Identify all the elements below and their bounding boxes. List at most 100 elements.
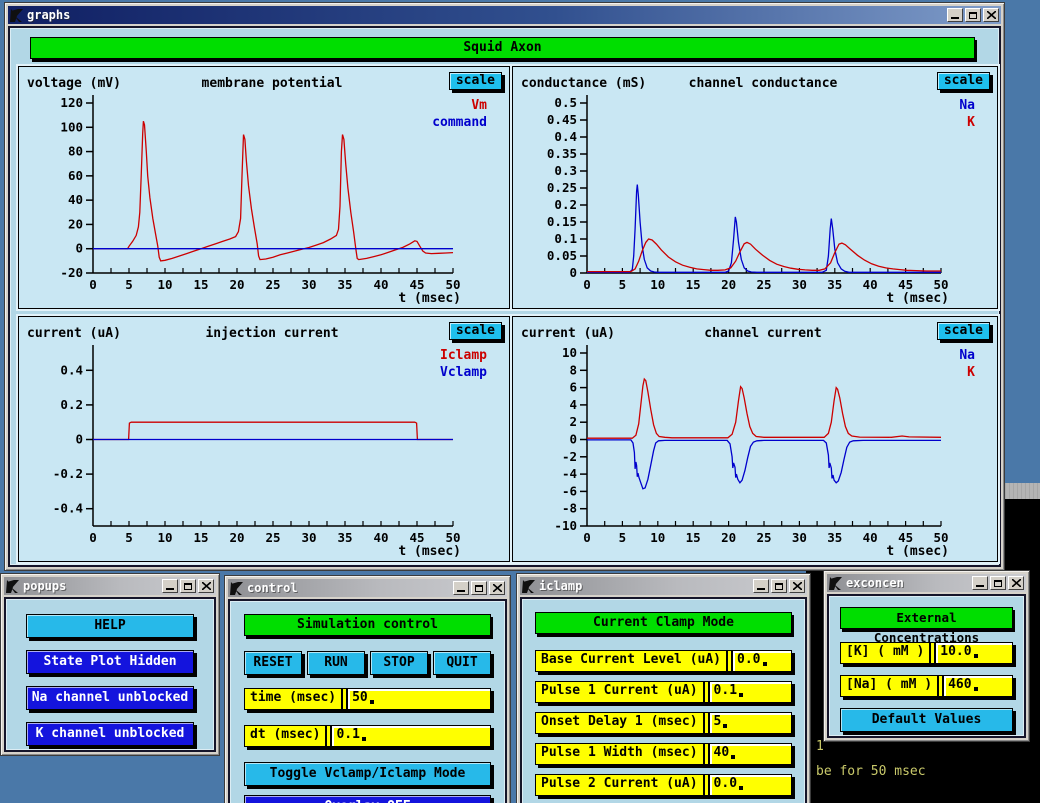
desktop: 1 be for 50 msec graphs Squid Axon scale… [0, 0, 1040, 803]
svg-text:45: 45 [409, 530, 424, 545]
scale-button[interactable]: scale [449, 322, 502, 340]
svg-text:100: 100 [60, 119, 83, 134]
svg-text:0: 0 [75, 432, 83, 447]
chart-injection-current: scale 0.40.20-0.2-0.40510152025303540455… [18, 316, 510, 562]
svg-text:30: 30 [301, 277, 316, 292]
na-concentration-input[interactable]: 460 [944, 676, 1012, 696]
svg-text:10: 10 [157, 277, 172, 292]
svg-text:K: K [967, 115, 975, 130]
toggle-clamp-mode-button[interactable]: Toggle Vclamp/Iclamp Mode [244, 762, 491, 786]
svg-text:35: 35 [827, 530, 842, 545]
run-button[interactable]: RUN [307, 651, 365, 675]
maximize-button[interactable] [180, 579, 196, 593]
window-title: popups [23, 577, 158, 595]
minimize-button[interactable] [972, 576, 988, 590]
close-button[interactable] [983, 8, 999, 22]
exconcen-titlebar[interactable]: exconcen [827, 574, 1026, 592]
close-button[interactable] [198, 579, 214, 593]
default-values-button[interactable]: Default Values [840, 708, 1013, 732]
minimize-icon [951, 17, 959, 19]
control-titlebar[interactable]: control [228, 579, 507, 597]
svg-text:0.15: 0.15 [547, 214, 577, 229]
svg-text:command: command [432, 115, 487, 130]
exconcen-window-content: External Concentrations [K] ( mM ) 10.0 … [827, 594, 1026, 738]
svg-text:30: 30 [792, 277, 807, 292]
help-button[interactable]: HELP [26, 614, 194, 638]
time-field-label: time (msec) [245, 689, 341, 709]
svg-text:15: 15 [686, 277, 701, 292]
pulse1-width-input[interactable]: 40 [710, 744, 791, 764]
svg-text:45: 45 [409, 277, 424, 292]
close-button[interactable] [1008, 576, 1024, 590]
svg-text:10: 10 [157, 530, 172, 545]
minimize-button[interactable] [753, 579, 769, 593]
terminal-output-line: be for 50 msec [816, 764, 926, 779]
pulse1-current-input[interactable]: 0.1 [710, 682, 791, 702]
base-current-label: Base Current Level (uA) [536, 651, 726, 671]
svg-text:conductance (mS): conductance (mS) [521, 76, 646, 91]
window-title: graphs [27, 6, 943, 24]
dt-field-input[interactable]: 0.1 [332, 726, 490, 746]
svg-text:80: 80 [68, 144, 83, 159]
maximize-button[interactable] [471, 581, 487, 595]
x11-logo-icon [230, 582, 243, 595]
state-plot-toggle-button[interactable]: State Plot Hidden [26, 650, 194, 674]
maximize-icon [969, 12, 977, 19]
na-concentration-label: [Na] ( mM ) [841, 676, 937, 696]
popups-titlebar[interactable]: popups [4, 577, 216, 595]
maximize-icon [475, 585, 483, 592]
maximize-button[interactable] [771, 579, 787, 593]
chart-membrane-potential: scale 120100806040200-200510152025303540… [18, 66, 510, 309]
base-current-input[interactable]: 0.0 [733, 651, 791, 671]
svg-text:2: 2 [569, 414, 577, 429]
svg-text:50: 50 [445, 530, 460, 545]
svg-text:t (msec): t (msec) [398, 291, 461, 306]
svg-text:45: 45 [898, 277, 913, 292]
svg-text:20: 20 [229, 530, 244, 545]
minimize-button[interactable] [162, 579, 178, 593]
svg-text:20: 20 [229, 277, 244, 292]
scale-button[interactable]: scale [937, 322, 990, 340]
dt-field-row: dt (msec) 0.1 [244, 725, 491, 747]
base-current-field-row: Base Current Level (uA) 0.0 [535, 650, 792, 672]
scale-button[interactable]: scale [449, 72, 502, 90]
iclamp-titlebar[interactable]: iclamp [520, 577, 807, 595]
svg-text:30: 30 [301, 530, 316, 545]
minimize-button[interactable] [947, 8, 963, 22]
stop-button[interactable]: STOP [370, 651, 428, 675]
onset-delay1-field-row: Onset Delay 1 (msec) 5 [535, 712, 792, 734]
svg-text:8: 8 [569, 362, 577, 377]
pulse2-current-input[interactable]: 0.0 [710, 775, 791, 795]
k-channel-block-button[interactable]: K channel unblocked [26, 722, 194, 746]
svg-text:membrane potential: membrane potential [202, 76, 343, 91]
svg-text:0: 0 [583, 530, 591, 545]
time-field-input[interactable]: 50 [348, 689, 490, 709]
minimize-button[interactable] [453, 581, 469, 595]
svg-text:t (msec): t (msec) [398, 544, 461, 559]
svg-text:0.25: 0.25 [547, 180, 577, 195]
svg-text:0: 0 [569, 265, 577, 280]
scale-button[interactable]: scale [937, 72, 990, 90]
close-button[interactable] [789, 579, 805, 593]
onset-delay1-input[interactable]: 5 [710, 713, 791, 733]
overlay-toggle-button[interactable]: Overlay OFF [244, 795, 491, 803]
graphs-titlebar[interactable]: graphs [8, 6, 1001, 24]
quit-button[interactable]: QUIT [433, 651, 491, 675]
na-concentration-field-row: [Na] ( mM ) 460 [840, 675, 1013, 697]
reset-button[interactable]: RESET [244, 651, 302, 675]
svg-text:0: 0 [583, 277, 591, 292]
minimize-icon [166, 588, 174, 590]
svg-text:-0.2: -0.2 [53, 466, 83, 481]
svg-text:35: 35 [827, 277, 842, 292]
svg-text:50: 50 [933, 530, 948, 545]
close-button[interactable] [489, 581, 505, 595]
minimize-icon [757, 588, 765, 590]
run-button-row: RESET RUN STOP QUIT [244, 651, 491, 675]
maximize-button[interactable] [965, 8, 981, 22]
maximize-button[interactable] [990, 576, 1006, 590]
svg-text:5: 5 [125, 530, 133, 545]
maximize-icon [184, 583, 192, 590]
svg-text:0.2: 0.2 [60, 397, 83, 412]
na-channel-block-button[interactable]: Na channel unblocked [26, 686, 194, 710]
pulse1-width-field-row: Pulse 1 Width (msec) 40 [535, 743, 792, 765]
